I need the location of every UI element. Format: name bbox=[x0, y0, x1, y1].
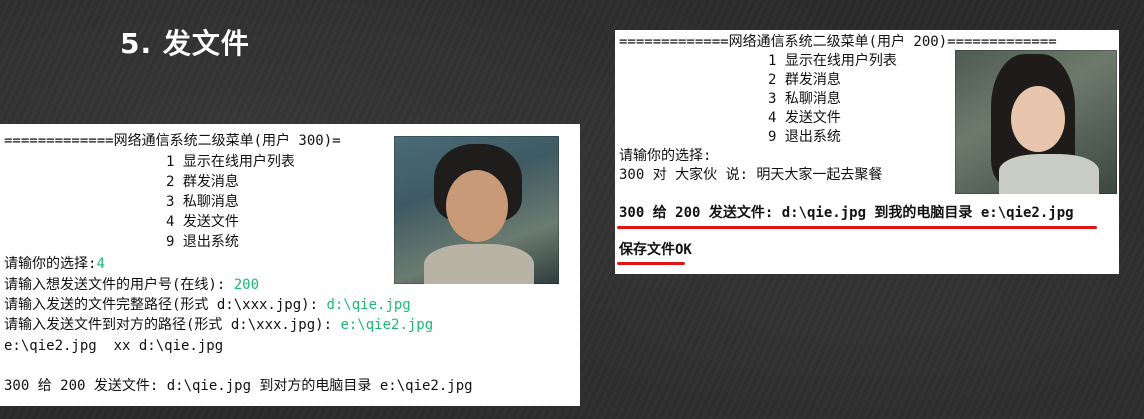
source-path-label: 请输入发送的文件完整路径(形式 d:\xxx.jpg): bbox=[4, 297, 327, 313]
slide-title: 5. 发文件 bbox=[120, 27, 250, 60]
character-photo bbox=[955, 50, 1117, 194]
menu-item: 3 私聊消息 bbox=[166, 194, 239, 210]
menu-header: =============网络通信系统二级菜单(用户 300)= bbox=[4, 133, 341, 149]
menu-item: 4 发送文件 bbox=[166, 214, 239, 230]
target-value: 200 bbox=[233, 277, 260, 293]
choice-label: 请输你的选择: bbox=[4, 256, 97, 272]
menu-item: 2 群发消息 bbox=[768, 72, 841, 88]
menu-item: 1 显示在线用户列表 bbox=[166, 154, 295, 170]
echo-line: e:\qie2.jpg xx d:\qie.jpg bbox=[4, 338, 224, 354]
target-label: 请输入想发送文件的用户号(在线): bbox=[4, 277, 234, 293]
menu-item: 1 显示在线用户列表 bbox=[768, 53, 897, 69]
sender-console-screenshot: =============网络通信系统二级菜单(用户 300)= 1 显示在线用… bbox=[0, 124, 580, 406]
send-result-line: 300 给 200 发送文件: d:\qie.jpg 到对方的电脑目录 e:\q… bbox=[4, 378, 473, 394]
red-underline bbox=[617, 226, 1097, 229]
receiver-console-screenshot: =============网络通信系统二级菜单(用户 200)=========… bbox=[615, 30, 1119, 274]
choice-value: 4 bbox=[96, 256, 105, 272]
menu-item: 9 退出系统 bbox=[768, 129, 841, 145]
dest-path-value: e:\qie2.jpg bbox=[340, 317, 434, 333]
source-path-value: d:\qie.jpg bbox=[326, 297, 411, 313]
choice-line: 请输你的选择:4 bbox=[4, 255, 105, 274]
character-photo bbox=[394, 136, 559, 284]
red-underline bbox=[617, 262, 685, 265]
dest-path-label: 请输入发送文件到对方的路径(形式 d:\xxx.jpg): bbox=[4, 317, 341, 333]
received-file-line: 300 给 200 发送文件: d:\qie.jpg 到我的电脑目录 e:\qi… bbox=[619, 205, 1074, 221]
save-ok-line: 保存文件OK bbox=[619, 242, 692, 258]
choice-label: 请输你的选择: bbox=[619, 148, 712, 164]
source-path-line: 请输入发送的文件完整路径(形式 d:\xxx.jpg): d:\qie.jpg bbox=[4, 296, 411, 315]
target-line: 请输入想发送文件的用户号(在线): 200 bbox=[4, 276, 259, 295]
menu-item: 3 私聊消息 bbox=[768, 91, 841, 107]
menu-item: 4 发送文件 bbox=[768, 110, 841, 126]
group-message-line: 300 对 大家伙 说: 明天大家一起去聚餐 bbox=[619, 167, 883, 183]
menu-item: 9 退出系统 bbox=[166, 234, 239, 250]
menu-item: 2 群发消息 bbox=[166, 174, 239, 190]
dest-path-line: 请输入发送文件到对方的路径(形式 d:\xxx.jpg): e:\qie2.jp… bbox=[4, 316, 433, 335]
